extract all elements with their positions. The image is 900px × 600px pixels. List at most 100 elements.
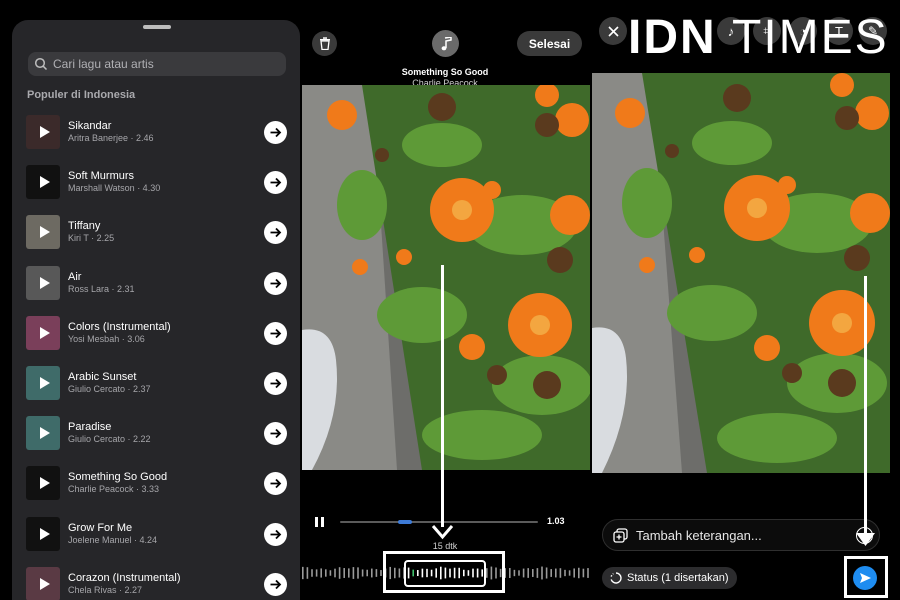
song-thumbnail[interactable] — [26, 566, 60, 600]
waveform-bar — [532, 569, 534, 577]
waveform-bar — [513, 569, 516, 577]
elapsed-time: 1.03 — [547, 516, 565, 526]
select-song-button[interactable] — [264, 371, 287, 395]
select-song-button[interactable] — [264, 572, 287, 596]
clip-duration: 15 dtk — [432, 541, 458, 551]
song-row[interactable]: Corazon (Instrumental) Chela Rivas · 2.27 — [26, 566, 290, 600]
song-thumbnail[interactable] — [26, 215, 60, 250]
song-thumbnail[interactable] — [26, 115, 60, 149]
song-title: Paradise — [68, 421, 112, 434]
song-row[interactable]: Air Ross Lara · 2.31 — [26, 265, 290, 316]
select-song-button[interactable] — [264, 522, 287, 546]
delete-button[interactable] — [312, 31, 337, 56]
song-meta: Giulio Cercato · 2.22 — [68, 434, 151, 445]
song-row[interactable]: Something So Good Charlie Peacock · 3.33 — [26, 466, 290, 516]
arrow-head-send — [856, 533, 875, 546]
caption-input[interactable] — [636, 527, 846, 543]
play-icon — [39, 126, 50, 138]
song-row[interactable]: Grow For Me Joelene Manuel · 4.24 — [26, 516, 290, 567]
send-icon — [859, 573, 871, 583]
now-playing-title: Something So Good — [401, 67, 489, 77]
progress-track[interactable] — [340, 520, 538, 524]
annotation-arrow — [441, 265, 444, 527]
caption-field[interactable]: 1 — [602, 519, 880, 551]
waveform-bar — [578, 567, 580, 579]
waveform-bar — [550, 569, 552, 577]
waveform-bar — [329, 570, 332, 576]
status-chip[interactable]: Status (1 disertakan) — [602, 567, 737, 589]
waveform-bar — [334, 568, 336, 578]
progress-handle[interactable] — [398, 520, 412, 524]
send-button[interactable] — [853, 566, 877, 590]
arrow-right-icon — [270, 328, 282, 338]
select-song-button[interactable] — [264, 271, 287, 295]
waveform-bar — [338, 567, 341, 579]
song-thumbnail[interactable] — [26, 165, 60, 200]
song-meta: Charlie Peacock · 3.33 — [68, 484, 160, 495]
song-meta: Joelene Manuel · 4.24 — [68, 534, 158, 545]
flower-photo-preview — [592, 73, 890, 473]
song-thumbnail[interactable] — [26, 365, 60, 400]
waveform-bar — [536, 568, 539, 578]
song-row[interactable]: Arabic Sunset Giulio Cercato · 2.37 — [26, 365, 290, 416]
song-title: Air — [68, 270, 82, 283]
song-list: Sikandar Aritra Banerjee · 2.46 Soft Murmu… — [26, 115, 290, 600]
song-meta: Kiri T · 2.25 — [68, 233, 115, 244]
waveform-bar — [361, 569, 364, 577]
waveform-bar — [320, 568, 322, 578]
play-icon — [39, 276, 50, 289]
song-row[interactable]: Paradise Giulio Cercato · 2.22 — [26, 416, 290, 466]
select-song-button[interactable] — [264, 422, 287, 446]
select-song-button[interactable] — [264, 321, 287, 345]
music-button[interactable] — [432, 30, 459, 57]
song-thumbnail[interactable] — [26, 516, 60, 551]
song-row[interactable]: Soft Murmurs Marshall Watson · 4.30 — [26, 165, 290, 215]
search-icon — [34, 57, 48, 71]
highlight-box — [383, 551, 505, 593]
arrow-right-icon — [270, 178, 282, 188]
search-input[interactable] — [53, 57, 273, 71]
song-thumbnail[interactable] — [26, 416, 60, 451]
waveform-bar — [371, 568, 373, 578]
sheet-handle[interactable] — [143, 25, 171, 29]
song-row[interactable]: Tiffany Kiri T · 2.25 — [26, 215, 290, 265]
song-thumbnail[interactable] — [26, 466, 60, 501]
song-thumbnail[interactable] — [26, 265, 60, 300]
select-song-button[interactable] — [264, 171, 287, 195]
waveform-bar — [366, 569, 368, 577]
arrow-right-icon — [270, 529, 282, 539]
song-title: Tiffany — [68, 220, 101, 233]
close-button[interactable] — [599, 17, 627, 45]
share-panel: ♪ ⌗ ◔ T ✎ Tambah keterangan... Status (1… — [590, 0, 900, 600]
waveform-bar — [302, 566, 304, 580]
waveform-bar — [564, 569, 566, 577]
select-song-button[interactable] — [264, 221, 287, 245]
arrow-right-icon — [270, 127, 282, 138]
close-icon — [607, 25, 619, 37]
waveform-bar — [559, 568, 562, 578]
song-thumbnail[interactable] — [26, 315, 60, 350]
waveform-bar — [343, 568, 345, 578]
waveform-bar — [568, 570, 571, 576]
arrow-right-icon — [270, 278, 282, 288]
editor-panel: Selesai Something So Good Charlie Peacoc… — [300, 0, 590, 600]
song-row[interactable]: Colors (Instrumental) Yosi Mesbah · 3.06 — [26, 315, 290, 366]
pause-icon[interactable] — [315, 517, 324, 527]
waveform-bar — [306, 567, 309, 579]
song-row[interactable]: Sikandar Aritra Banerjee · 2.46 — [26, 115, 290, 165]
song-meta: Yosi Mesbah · 3.06 — [68, 333, 145, 344]
waveform-bar — [352, 567, 355, 579]
waveform-bar — [380, 570, 382, 576]
search-bar[interactable] — [28, 52, 286, 76]
arrow-right-icon — [270, 479, 282, 489]
play-icon — [39, 226, 50, 239]
watermark-logo: IDN TIMES — [628, 11, 889, 64]
song-meta: Marshall Watson · 4.30 — [68, 183, 161, 194]
play-icon — [39, 326, 50, 339]
arrow-right-icon — [270, 428, 282, 439]
play-icon — [39, 527, 50, 540]
select-song-button[interactable] — [264, 472, 287, 496]
done-button[interactable]: Selesai — [517, 31, 582, 56]
select-song-button[interactable] — [264, 121, 287, 144]
song-title: Arabic Sunset — [68, 370, 137, 383]
